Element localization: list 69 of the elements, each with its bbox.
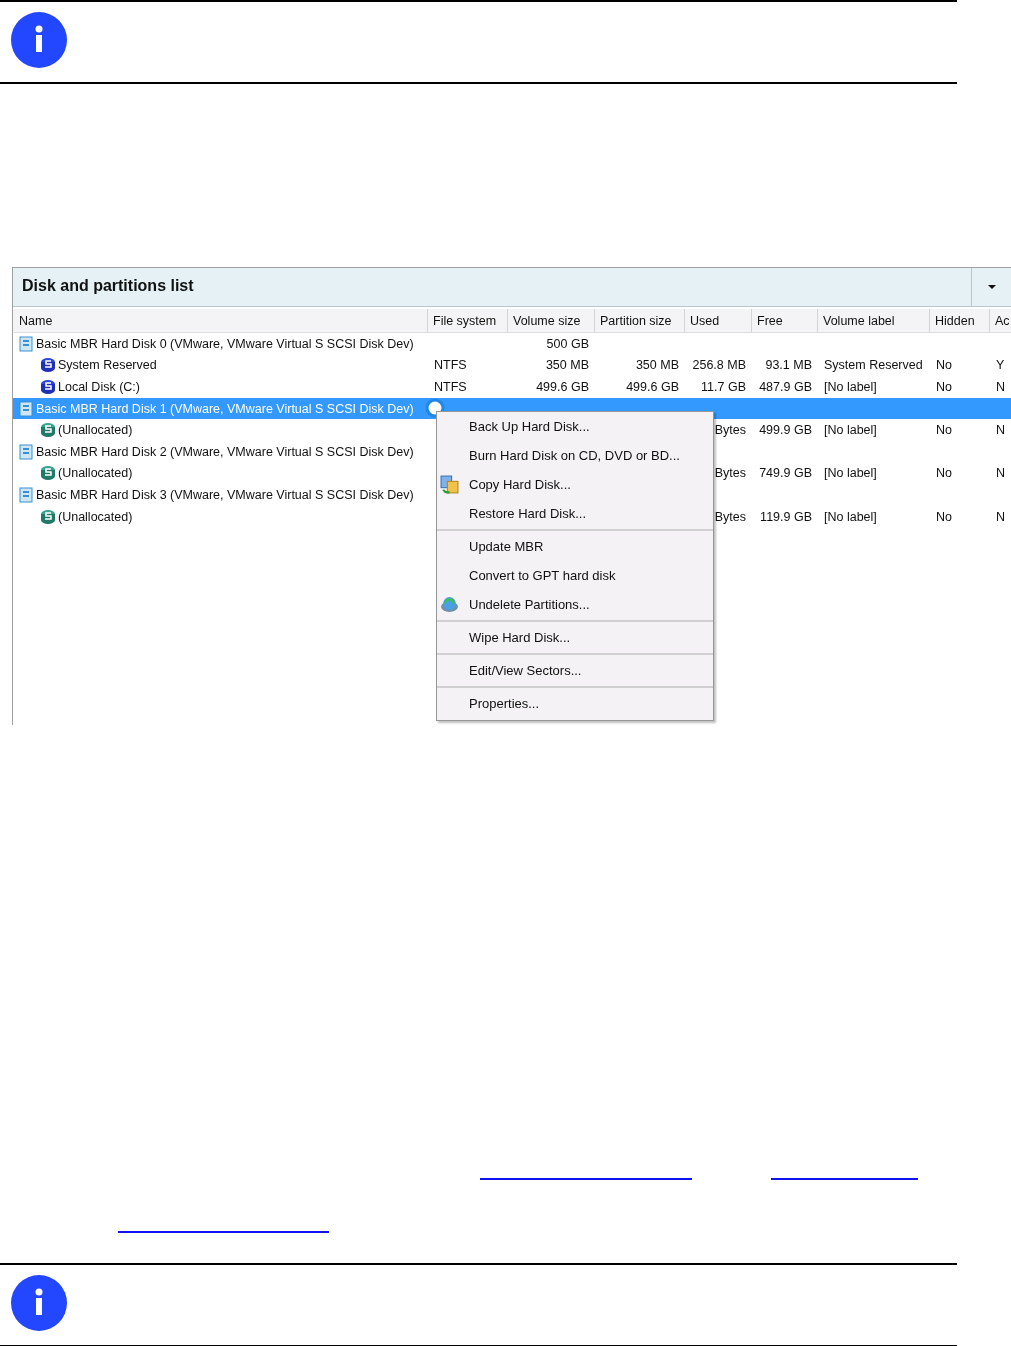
table-cell: N: [996, 380, 1006, 394]
table-cell: No: [936, 423, 952, 438]
table-cell: [No label]: [824, 509, 877, 524]
table-cell: 350 MB: [635, 358, 679, 373]
row-name[interactable]: (Unallocated): [58, 509, 133, 524]
column-header[interactable]: Free: [752, 309, 818, 333]
menu-item[interactable]: Properties...: [437, 689, 713, 718]
table-cell: Bytes: [714, 466, 746, 481]
table-cell: N: [996, 509, 1006, 524]
table-cell: [No label]: [824, 423, 877, 438]
row-name[interactable]: System Reserved: [58, 358, 157, 373]
table-cell: No: [936, 380, 952, 394]
menu-item[interactable]: Wipe Hard Disk...: [437, 623, 713, 652]
partition-icon: [40, 422, 56, 439]
column-header[interactable]: Name: [14, 309, 428, 333]
panel-title: Disk and partitions list: [21, 276, 195, 296]
menu-item[interactable]: Convert to GPT hard disk: [437, 561, 713, 590]
info-icon: [11, 1275, 67, 1331]
menu-item[interactable]: Undelete Partitions...: [437, 590, 713, 619]
menu-item[interactable]: Burn Hard Disk on CD, DVD or BD...: [437, 441, 713, 470]
table-cell: 499.6 GB: [626, 380, 679, 394]
column-header[interactable]: File system: [428, 309, 508, 333]
column-header[interactable]: Used: [685, 309, 752, 333]
table-cell: 256.8 MB: [692, 358, 746, 373]
column-header[interactable]: Volume size: [508, 309, 595, 333]
row-name[interactable]: (Unallocated): [58, 466, 133, 481]
table-cell: N: [996, 466, 1006, 481]
row-name[interactable]: Basic MBR Hard Disk 0 (VMware, VMware Virtual S SCSI Disk Dev): [36, 336, 414, 351]
caret-icon: [986, 284, 997, 290]
table-cell: NTFS: [434, 380, 467, 394]
column-header[interactable]: Volume label: [818, 309, 930, 333]
table-cell: No: [936, 466, 952, 481]
table-cell: [No label]: [824, 380, 877, 394]
row-name[interactable]: Local Disk (C:): [58, 380, 140, 394]
table-cell: 119.9 GB: [760, 509, 812, 524]
copy-icon: [440, 475, 459, 494]
column-header[interactable]: Hidden: [930, 309, 990, 333]
table-cell: No: [936, 358, 952, 373]
table-cell: Y: [996, 358, 1005, 373]
partition-icon: [40, 508, 56, 525]
table-cell: Bytes: [714, 509, 746, 524]
table-cell: Bytes: [714, 423, 746, 438]
partition-icon: [40, 357, 56, 374]
table-cell: 500 GB: [546, 336, 589, 351]
menu-item[interactable]: Restore Hard Disk...: [437, 499, 713, 528]
info-icon: [11, 12, 67, 68]
table-cell: No: [936, 509, 952, 524]
table-cell: 487.9 GB: [759, 380, 812, 394]
table-cell: 749.9 GB: [759, 466, 812, 481]
table-cell: System Reserved: [824, 358, 923, 373]
table-cell: N: [996, 423, 1006, 438]
table-cell: 93.1 MB: [765, 358, 812, 373]
table-cell: 499.9 GB: [759, 423, 812, 438]
menu-item[interactable]: Copy Hard Disk...: [437, 470, 713, 499]
table-cell: 499.6 GB: [536, 380, 589, 394]
column-header[interactable]: Ac: [990, 309, 1011, 333]
table-cell: 11.7 GB: [701, 380, 746, 394]
partition-icon: [40, 465, 56, 482]
table-cell: 350 MB: [545, 358, 589, 373]
row-name[interactable]: Basic MBR Hard Disk 2 (VMware, VMware Virtual S SCSI Disk Dev): [36, 444, 414, 459]
partition-icon: [40, 379, 56, 395]
column-header[interactable]: Partition size: [595, 309, 685, 333]
table-cell: [No label]: [824, 466, 877, 481]
disk-recovery-icon: [440, 595, 459, 614]
row-name[interactable]: (Unallocated): [58, 423, 133, 438]
menu-item[interactable]: Update MBR: [437, 532, 713, 561]
menu-item[interactable]: Edit/View Sectors...: [437, 656, 713, 685]
row-name[interactable]: Basic MBR Hard Disk 3 (VMware, VMware Virtual S SCSI Disk Dev): [36, 487, 414, 502]
table-cell: NTFS: [434, 358, 467, 373]
